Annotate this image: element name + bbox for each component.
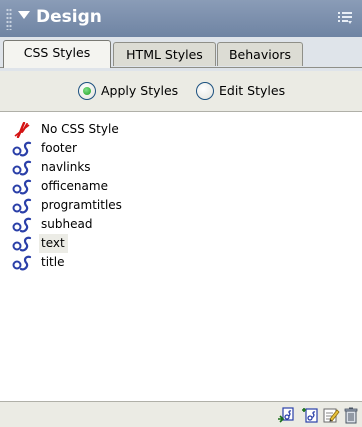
bottom-toolbar xyxy=(0,401,362,427)
css-style-icon xyxy=(12,198,32,214)
style-label: title xyxy=(41,255,65,269)
css-style-icon xyxy=(12,255,32,271)
style-label: subhead xyxy=(41,217,93,231)
css-style-icon xyxy=(12,217,32,233)
css-style-icon xyxy=(12,160,32,176)
edit-styles-radio[interactable] xyxy=(196,82,214,100)
panel-title[interactable]: Design xyxy=(36,7,102,27)
style-label: No CSS Style xyxy=(41,122,119,136)
css-styles-list[interactable]: No CSS Style footer navlinks officename xyxy=(0,111,362,401)
gripper-icon[interactable] xyxy=(6,8,12,30)
new-style-icon[interactable] xyxy=(301,406,319,424)
style-label: officename xyxy=(41,179,108,193)
css-style-icon xyxy=(12,141,32,157)
tab-html-styles[interactable]: HTML Styles xyxy=(113,42,216,66)
radio-selected-dot xyxy=(83,87,91,95)
edit-styles-label[interactable]: Edit Styles xyxy=(219,83,285,98)
tab-behaviors[interactable]: Behaviors xyxy=(217,42,303,66)
style-label: text xyxy=(39,234,68,253)
no-style-icon xyxy=(14,122,30,138)
apply-styles-label[interactable]: Apply Styles xyxy=(101,83,178,98)
tab-css-styles[interactable]: CSS Styles xyxy=(3,40,111,68)
css-style-icon xyxy=(12,179,32,195)
edit-style-icon[interactable] xyxy=(322,406,340,424)
tab-strip: CSS Styles HTML Styles Behaviors xyxy=(0,37,362,71)
panel-titlebar[interactable]: Design xyxy=(0,0,362,37)
design-panel: Design CSS Styles HTML Styles Behaviors … xyxy=(0,0,362,427)
attach-style-sheet-icon[interactable] xyxy=(277,406,295,424)
style-label: programtitles xyxy=(41,198,122,212)
apply-styles-radio[interactable] xyxy=(78,82,96,100)
panel-options-icon[interactable] xyxy=(338,11,352,25)
mode-radio-group: Apply Styles Edit Styles xyxy=(0,71,362,111)
style-label: navlinks xyxy=(41,160,91,174)
delete-style-icon[interactable] xyxy=(342,406,360,424)
collapse-arrow-icon[interactable] xyxy=(18,11,30,19)
style-label: footer xyxy=(41,141,77,155)
css-style-icon xyxy=(12,236,32,252)
